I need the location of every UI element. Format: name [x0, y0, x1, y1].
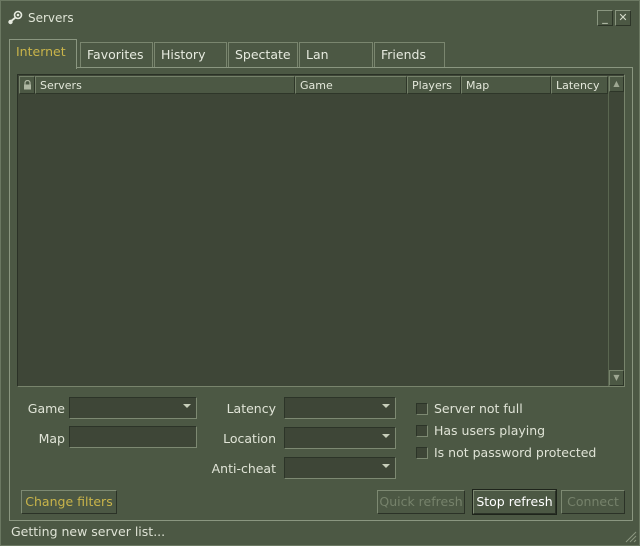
- anticheat-combo[interactable]: [284, 457, 396, 479]
- not-password-protected-label: Is not password protected: [434, 445, 597, 460]
- column-header-players[interactable]: Players: [407, 76, 461, 94]
- game-label: Game: [27, 401, 65, 416]
- game-combo[interactable]: [69, 397, 197, 419]
- map-input[interactable]: [69, 426, 197, 448]
- minimize-button[interactable]: _: [597, 10, 613, 26]
- tab-internet[interactable]: Internet: [9, 39, 77, 69]
- map-label: Map: [38, 431, 65, 446]
- location-combo[interactable]: [284, 427, 396, 449]
- location-label: Location: [223, 431, 276, 446]
- server-not-full-label: Server not full: [434, 401, 523, 416]
- tab-friends[interactable]: Friends: [374, 42, 445, 68]
- latency-combo[interactable]: [284, 397, 396, 419]
- has-users-playing-label: Has users playing: [434, 423, 546, 438]
- tab-spectate[interactable]: Spectate: [228, 42, 298, 68]
- chevron-down-icon: [382, 404, 390, 408]
- quick-refresh-button[interactable]: Quick refresh: [377, 490, 465, 514]
- column-header-game[interactable]: Game: [295, 76, 407, 94]
- close-button[interactable]: ✕: [615, 10, 631, 26]
- column-header-latency[interactable]: Latency: [551, 76, 608, 94]
- servers-window: Servers _ ✕ Internet Favorites History S…: [0, 0, 640, 546]
- stop-refresh-button[interactable]: Stop refresh: [472, 489, 557, 515]
- chevron-down-icon: [382, 434, 390, 438]
- chevron-down-icon: [382, 464, 390, 468]
- anticheat-label: Anti-cheat: [211, 461, 276, 476]
- column-header-servers[interactable]: Servers: [35, 76, 295, 94]
- column-header-password[interactable]: [19, 76, 35, 94]
- scroll-up-arrow-icon[interactable]: ▲: [609, 76, 624, 92]
- window-title: Servers: [28, 11, 74, 25]
- latency-label: Latency: [226, 401, 276, 416]
- change-filters-button[interactable]: Change filters: [21, 490, 117, 514]
- tab-history[interactable]: History: [154, 42, 227, 68]
- scroll-down-arrow-icon[interactable]: ▼: [609, 370, 624, 386]
- tab-lan[interactable]: Lan: [299, 42, 373, 68]
- not-password-protected-checkbox[interactable]: [416, 447, 428, 459]
- has-users-playing-checkbox[interactable]: [416, 425, 428, 437]
- server-list[interactable]: Servers Game Players Map Latency ▲ ▼: [17, 74, 625, 387]
- column-header-map[interactable]: Map: [461, 76, 551, 94]
- steam-logo-icon: [8, 10, 23, 25]
- title-bar[interactable]: Servers _ ✕: [1, 1, 639, 35]
- status-text: Getting new server list...: [11, 524, 166, 539]
- resize-grip-icon[interactable]: [623, 529, 637, 543]
- tab-favorites[interactable]: Favorites: [80, 42, 153, 68]
- connect-button[interactable]: Connect: [561, 490, 625, 514]
- list-scrollbar[interactable]: ▲ ▼: [608, 76, 624, 386]
- lock-icon: [24, 80, 31, 90]
- chevron-down-icon: [183, 404, 191, 408]
- server-not-full-checkbox[interactable]: [416, 403, 428, 415]
